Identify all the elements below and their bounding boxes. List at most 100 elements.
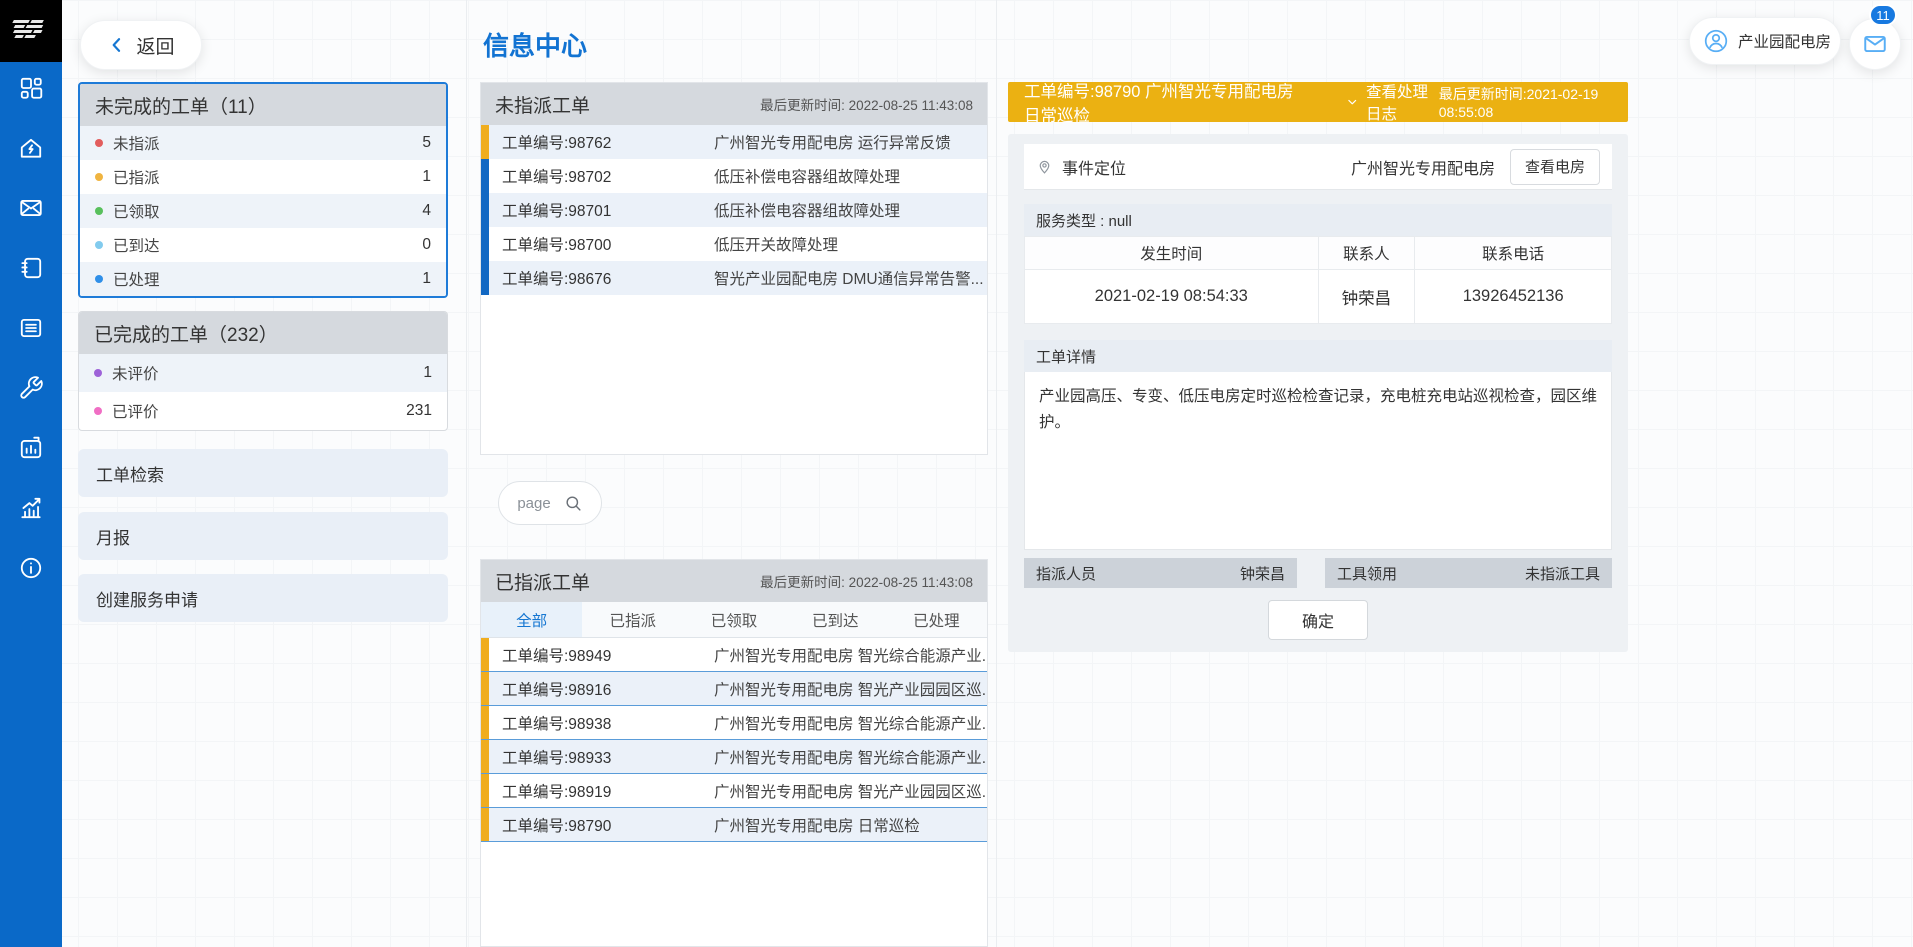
column-divider-right [996, 0, 997, 947]
status-label: 已到达 [113, 234, 422, 256]
assignee-value: 钟荣昌 [1240, 563, 1285, 584]
work-order-desc: 广州智光专用配电房 智光产业园园区巡... [714, 678, 987, 700]
status-bar [481, 706, 489, 739]
unfinished-orders-panel: 未完成的工单（11） 未指派 5 已指派 1 已领取 4 已到达 0 已处理 1 [78, 82, 448, 298]
tools-label: 工具领用 [1337, 563, 1397, 584]
status-bar [481, 638, 489, 671]
col-header-contact-phone: 联系电话 [1415, 237, 1612, 270]
event-location-value: 广州智光专用配电房 [1351, 155, 1495, 179]
tab-arrived[interactable]: 已到达 [785, 602, 886, 637]
unfinished-orders-title: 未完成的工单（11） [80, 84, 446, 126]
monthly-report-button[interactable]: 月报 [78, 512, 448, 560]
chevron-left-icon [107, 35, 127, 55]
status-bar [481, 672, 489, 705]
status-bar [481, 193, 489, 227]
work-order-id: 工单编号:98762 [489, 131, 714, 153]
work-order-id: 工单编号:98676 [489, 267, 714, 289]
status-dot [95, 275, 103, 283]
page-search-label: page [517, 495, 550, 512]
nav-mail-icon[interactable] [18, 195, 44, 221]
work-order-row[interactable]: 工单编号:98933 广州智光专用配电房 智光综合能源产业... [481, 740, 987, 774]
work-order-desc: 低压开关故障处理 [714, 233, 987, 255]
status-bar [481, 227, 489, 261]
logo-icon [10, 16, 52, 46]
work-order-row[interactable]: 工单编号:98919 广州智光专用配电房 智光产业园园区巡... [481, 774, 987, 808]
work-order-row[interactable]: 工单编号:98701 低压补偿电容器组故障处理 [481, 193, 987, 227]
work-order-desc: 广州智光专用配电房 运行异常反馈 [714, 131, 987, 153]
confirm-button[interactable]: 确定 [1268, 600, 1368, 640]
contact-table: 发生时间 联系人 联系电话 2021-02-19 08:54:33 钟荣昌 13… [1024, 236, 1612, 324]
messages-button[interactable] [1849, 18, 1901, 70]
work-order-id: 工单编号:98919 [489, 780, 714, 802]
status-label: 已指派 [113, 166, 422, 188]
work-order-row[interactable]: 工单编号:98916 广州智光专用配电房 智光产业园园区巡... [481, 672, 987, 706]
assigned-updated-time: 最后更新时间: 2022-08-25 11:43:08 [760, 571, 973, 591]
status-count: 231 [406, 402, 447, 420]
tab-claimed[interactable]: 已领取 [683, 602, 784, 637]
tab-processed[interactable]: 已处理 [886, 602, 987, 637]
status-bar [481, 808, 489, 841]
work-order-id: 工单编号:98933 [489, 746, 714, 768]
assigned-tabs: 全部 已指派 已领取 已到达 已处理 [481, 602, 987, 638]
status-dot [94, 369, 102, 377]
status-count: 4 [422, 202, 446, 220]
status-row-unrated[interactable]: 未评价 1 [79, 354, 447, 392]
status-row-claimed[interactable]: 已领取 4 [80, 194, 446, 228]
tab-assigned[interactable]: 已指派 [582, 602, 683, 637]
status-bar [481, 125, 489, 159]
work-order-desc: 广州智光专用配电房 智光产业园园区巡... [714, 780, 987, 802]
nav-home-energy-icon[interactable] [18, 135, 44, 161]
work-order-row[interactable]: 工单编号:98700 低压开关故障处理 [481, 227, 987, 261]
nav-dashboard-grid-icon[interactable] [18, 75, 44, 101]
work-order-row[interactable]: 工单编号:98762 广州智光专用配电房 运行异常反馈 [481, 125, 987, 159]
status-count: 1 [423, 364, 447, 382]
back-button[interactable]: 返回 [80, 20, 202, 70]
status-row-rated[interactable]: 已评价 231 [79, 392, 447, 430]
column-divider-left [466, 0, 467, 947]
user-account-button[interactable]: 产业园配电房 [1689, 17, 1841, 65]
status-row-processed[interactable]: 已处理 1 [80, 262, 446, 296]
status-bar [481, 159, 489, 193]
status-dot [95, 139, 103, 147]
status-label: 已领取 [113, 200, 422, 222]
work-order-desc: 广州智光专用配电房 智光综合能源产业... [714, 746, 987, 768]
unassigned-orders-title: 未指派工单 [495, 91, 590, 118]
work-order-desc: 广州智光专用配电房 日常巡检 [714, 814, 987, 836]
work-detail-content: 产业园高压、专变、低压电房定时巡检检查记录，充电桩充电站巡视检查，园区维护。 [1024, 372, 1612, 550]
unread-count-badge: 11 [1869, 4, 1897, 26]
view-process-log-link[interactable]: 查看处理日志 [1346, 80, 1438, 124]
status-row-unassigned[interactable]: 未指派 5 [80, 126, 446, 160]
service-type-bar: 服务类型 : null [1024, 204, 1612, 236]
nav-info-icon[interactable] [18, 555, 44, 581]
order-search-button[interactable]: 工单检索 [78, 449, 448, 497]
status-row-arrived[interactable]: 已到达 0 [80, 228, 446, 262]
tools-value: 未指派工具 [1525, 563, 1600, 584]
work-order-desc: 广州智光专用配电房 智光综合能源产业... [714, 644, 987, 666]
status-label: 已评价 [112, 400, 406, 422]
tab-all[interactable]: 全部 [481, 602, 582, 637]
status-row-assigned[interactable]: 已指派 1 [80, 160, 446, 194]
work-order-row[interactable]: 工单编号:98676 智光产业园配电房 DMU通信异常告警... [481, 261, 987, 295]
nav-list-icon[interactable] [18, 315, 44, 341]
tools-box: 工具领用 未指派工具 [1325, 558, 1612, 588]
work-order-desc: 广州智光专用配电房 智光综合能源产业... [714, 712, 987, 734]
work-order-id: 工单编号:98916 [489, 678, 714, 700]
work-order-row[interactable]: 工单编号:98949 广州智光专用配电房 智光综合能源产业... [481, 638, 987, 672]
work-order-id: 工单编号:98702 [489, 165, 714, 187]
page-search-control[interactable]: page [498, 481, 602, 525]
nav-report-chart-icon[interactable] [18, 435, 44, 461]
work-order-row[interactable]: 工单编号:98702 低压补偿电容器组故障处理 [481, 159, 987, 193]
work-order-desc: 低压补偿电容器组故障处理 [714, 165, 987, 187]
nav-notebook-icon[interactable] [18, 255, 44, 281]
work-order-row-selected[interactable]: 工单编号:98790 广州智光专用配电房 日常巡检 [481, 808, 987, 842]
nav-trend-chart-icon[interactable] [18, 495, 44, 521]
app-logo[interactable] [0, 0, 62, 62]
status-dot [94, 407, 102, 415]
view-power-room-button[interactable]: 查看电房 [1510, 149, 1600, 185]
work-order-row[interactable]: 工单编号:98938 广州智光专用配电房 智光综合能源产业... [481, 706, 987, 740]
create-service-request-button[interactable]: 创建服务申请 [78, 574, 448, 622]
work-order-detail-card: 事件定位 广州智光专用配电房 查看电房 服务类型 : null 发生时间 联系人… [1008, 134, 1628, 652]
status-label: 已处理 [113, 268, 422, 290]
sidebar-nav [0, 62, 62, 581]
nav-wrench-icon[interactable] [18, 375, 44, 401]
